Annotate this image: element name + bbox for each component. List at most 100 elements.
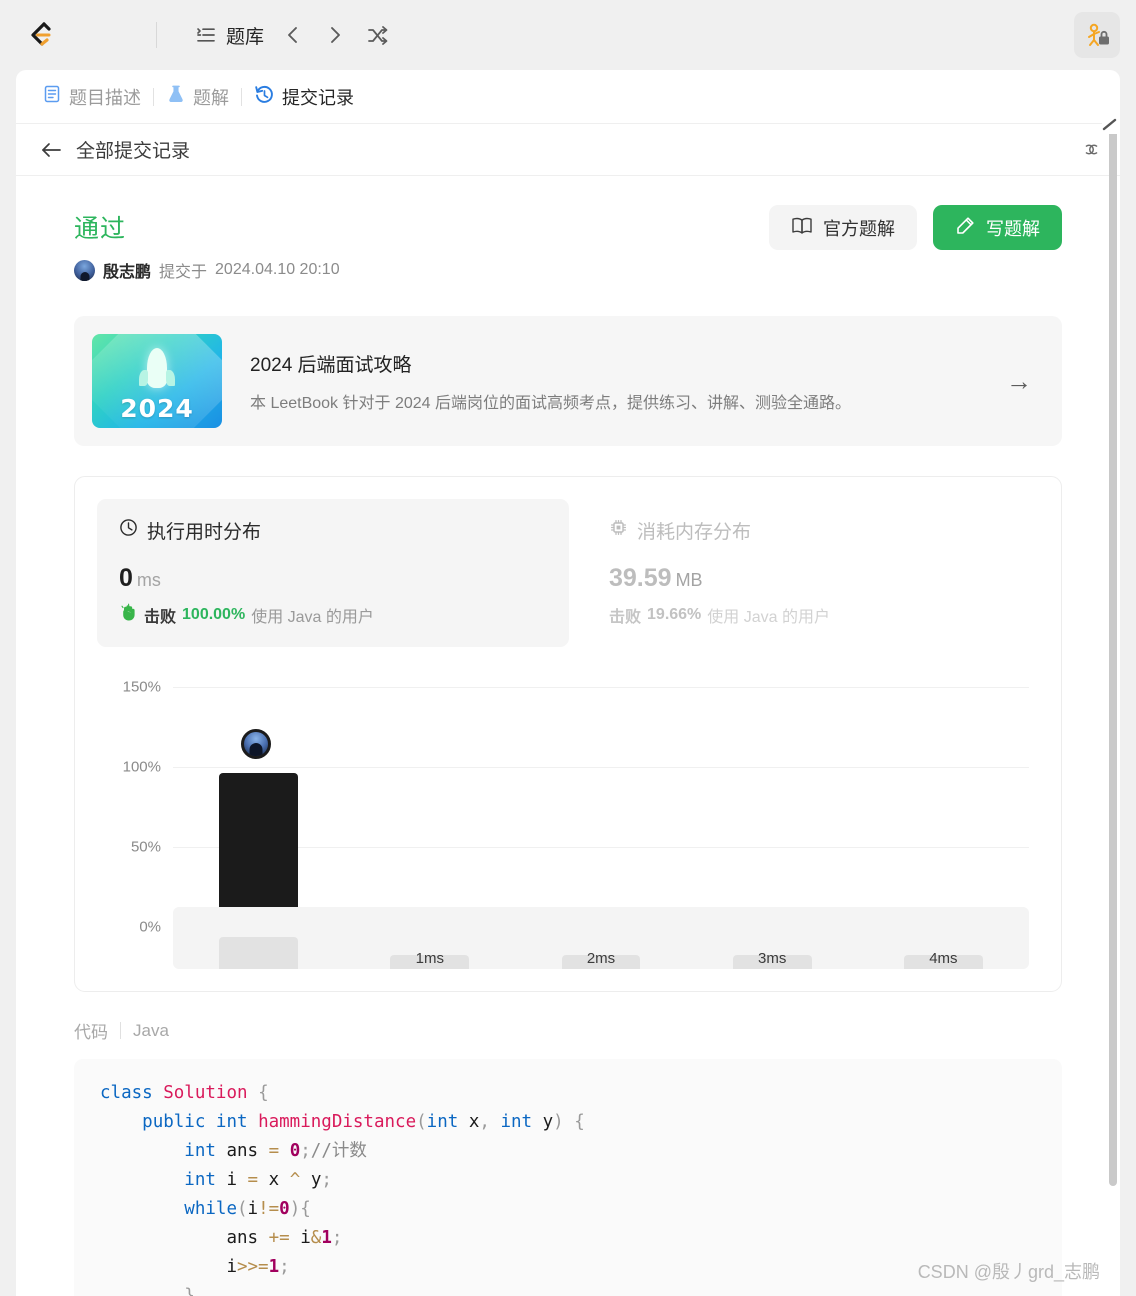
memory-beat-tail: 使用 Java 的用户 — [707, 609, 830, 626]
memory-beat-row: 击败 19.66% 使用 Java 的用户 — [609, 603, 1037, 627]
header-divider — [156, 22, 157, 48]
code-separator — [120, 1022, 121, 1039]
tab-submissions[interactable]: 提交记录 — [242, 78, 366, 116]
official-solution-label: 官方题解 — [823, 218, 895, 239]
tab-submissions-label: 提交记录 — [282, 87, 354, 108]
runtime-title: 执行用时分布 — [147, 522, 262, 543]
code-language: Java — [133, 1020, 169, 1040]
chart-y-tick-label: 100% — [122, 758, 161, 776]
breadcrumb-title: 全部提交记录 — [76, 141, 191, 162]
distribution-tabs: 执行用时分布 0 ms 击败 100.00% 使用 Java 的用户 消耗内存分… — [97, 499, 1039, 647]
rocket-icon — [139, 348, 167, 388]
scroll-up-caret-icon[interactable] — [1102, 118, 1118, 135]
back-button[interactable] — [40, 140, 62, 160]
runtime-beat-label: 击败 — [144, 609, 177, 626]
memory-value: 39.59 — [609, 564, 672, 592]
memory-head: 消耗内存分布 — [609, 517, 1037, 544]
code-line: public int hammingDistance(int x, int y)… — [142, 1112, 585, 1132]
nav-problemset[interactable]: 题库 — [189, 16, 270, 55]
chart-plot-area: 0%50%100%150%1ms2ms3ms4ms — [123, 679, 1029, 952]
chart-y-tick-label: 50% — [130, 838, 161, 856]
runtime-head: 执行用时分布 — [119, 517, 547, 544]
submission-actions: 官方题解 写题解 — [769, 203, 1062, 250]
runtime-beat-row: 击败 100.00% 使用 Java 的用户 — [119, 603, 547, 627]
verdict-badge: 通过 — [74, 215, 127, 243]
shuffle-icon[interactable] — [358, 16, 396, 54]
brush-x-label: 3ms — [758, 950, 787, 967]
code-line: } — [184, 1286, 195, 1296]
runtime-beat-tail: 使用 Java 的用户 — [251, 609, 374, 626]
chart-y-tick-label: 150% — [122, 678, 161, 696]
runtime-distribution-chart: 0% 50% 100% 150% 1ms 2ms 3ms 4ms 1ms 2ms 3ms 4ms — [97, 669, 1039, 969]
runtime-distribution-tab[interactable]: 执行用时分布 0 ms 击败 100.00% 使用 Java 的用户 — [97, 499, 569, 647]
leetbook-description: 本 LeetBook 针对于 2024 后端岗位的面试高频考点，提供练习、讲解、… — [250, 394, 851, 412]
scrollbar-thumb[interactable] — [1109, 126, 1117, 1186]
tab-description[interactable]: 题目描述 — [30, 78, 153, 116]
code-line: ans += i&1; — [226, 1228, 343, 1248]
runtime-unit: ms — [136, 570, 161, 590]
submission-status: 通过 殷志鹏 提交于 2024.04.10 20:10 — [74, 203, 769, 282]
chart-brush[interactable]: 1ms 2ms 3ms 4ms — [173, 907, 1029, 969]
code-line: int ans = 0;//计数 — [184, 1141, 367, 1161]
leetcode-logo[interactable] — [22, 17, 58, 53]
header-nav: 题库 — [189, 16, 396, 55]
chart-user-marker-avatar — [240, 729, 271, 760]
top-header: 题库 — [0, 0, 1136, 70]
leetbook-promo[interactable]: 2024 2024 后端面试攻略 本 LeetBook 针对于 2024 后端岗… — [74, 316, 1062, 446]
list-icon — [195, 24, 217, 46]
avatar — [74, 259, 95, 281]
submitter-row: 殷志鹏 提交于 2024.04.10 20:10 — [74, 258, 769, 282]
brush-x-label: 2ms — [586, 950, 616, 967]
brush-bar — [219, 937, 298, 969]
code-line: int i = x ^ y; — [184, 1170, 332, 1190]
submitter-name[interactable]: 殷志鹏 — [103, 258, 151, 282]
distribution-card: 执行用时分布 0 ms 击败 100.00% 使用 Java 的用户 消耗内存分… — [74, 476, 1062, 992]
content-tabs: 题目描述 题解 提交记录 — [16, 70, 1120, 124]
submission-body: 通过 殷志鹏 提交于 2024.04.10 20:10 官方题解 写题解 202… — [16, 177, 1120, 1296]
tab-solutions[interactable]: 题解 — [154, 78, 241, 116]
chart-gridline — [173, 767, 1029, 768]
nav-problemset-label: 题库 — [226, 26, 265, 48]
memory-beat-label: 击败 — [609, 609, 642, 626]
chart-y-tick-label: 0% — [139, 918, 161, 936]
submitted-timestamp: 2024.04.10 20:10 — [215, 261, 340, 278]
code-line: i>>=1; — [226, 1257, 290, 1277]
book-icon — [791, 216, 813, 240]
memory-value-row: 39.59 MB — [609, 564, 1037, 593]
code-line: class Solution { — [100, 1083, 269, 1103]
official-solution-button[interactable]: 官方题解 — [769, 205, 917, 250]
chart-gridline — [173, 687, 1029, 688]
write-solution-label: 写题解 — [986, 218, 1040, 239]
code-label: 代码 — [74, 1023, 108, 1042]
history-icon — [254, 84, 275, 110]
waving-hand-icon — [119, 603, 138, 627]
tab-description-label: 题目描述 — [69, 87, 141, 108]
tab-solutions-label: 题解 — [193, 87, 229, 108]
stick-figure-icon — [1088, 23, 1109, 46]
leetbook-cover-year: 2024 — [120, 394, 194, 423]
flask-icon — [166, 84, 186, 109]
pencil-icon — [955, 215, 976, 241]
vertical-scrollbar[interactable] — [1108, 122, 1118, 1296]
runtime-value: 0 — [119, 564, 133, 592]
memory-distribution-tab[interactable]: 消耗内存分布 39.59 MB 击败 19.66% 使用 Java 的用户 — [587, 499, 1059, 647]
leetbook-text: 2024 后端面试攻略 本 LeetBook 针对于 2024 后端岗位的面试高… — [250, 350, 978, 413]
chart-gridline — [173, 847, 1029, 848]
runtime-value-row: 0 ms — [119, 564, 547, 593]
arrow-right-icon[interactable]: → — [1006, 366, 1038, 397]
brush-x-label: 1ms — [415, 950, 444, 967]
chart-bar[interactable] — [219, 773, 298, 927]
link-icon[interactable] — [1076, 139, 1102, 161]
code-viewer[interactable]: class Solution { public int hammingDista… — [74, 1059, 1062, 1296]
code-line: while(i!=0){ — [184, 1199, 311, 1219]
prev-problem-button[interactable] — [274, 16, 312, 54]
memory-title: 消耗内存分布 — [637, 522, 752, 543]
next-problem-button[interactable] — [316, 16, 354, 54]
page-card: 题目描述 题解 提交记录 全部提交记录 通过 殷志鹏 提交于 2024.04.1… — [16, 70, 1120, 1296]
write-solution-button[interactable]: 写题解 — [933, 205, 1062, 250]
document-icon — [42, 84, 62, 109]
user-avatar-button[interactable] — [1074, 12, 1120, 58]
breadcrumb: 全部提交记录 — [16, 124, 1120, 176]
submitted-prefix: 提交于 — [159, 264, 208, 281]
memory-beat-percent: 19.66% — [647, 606, 702, 623]
